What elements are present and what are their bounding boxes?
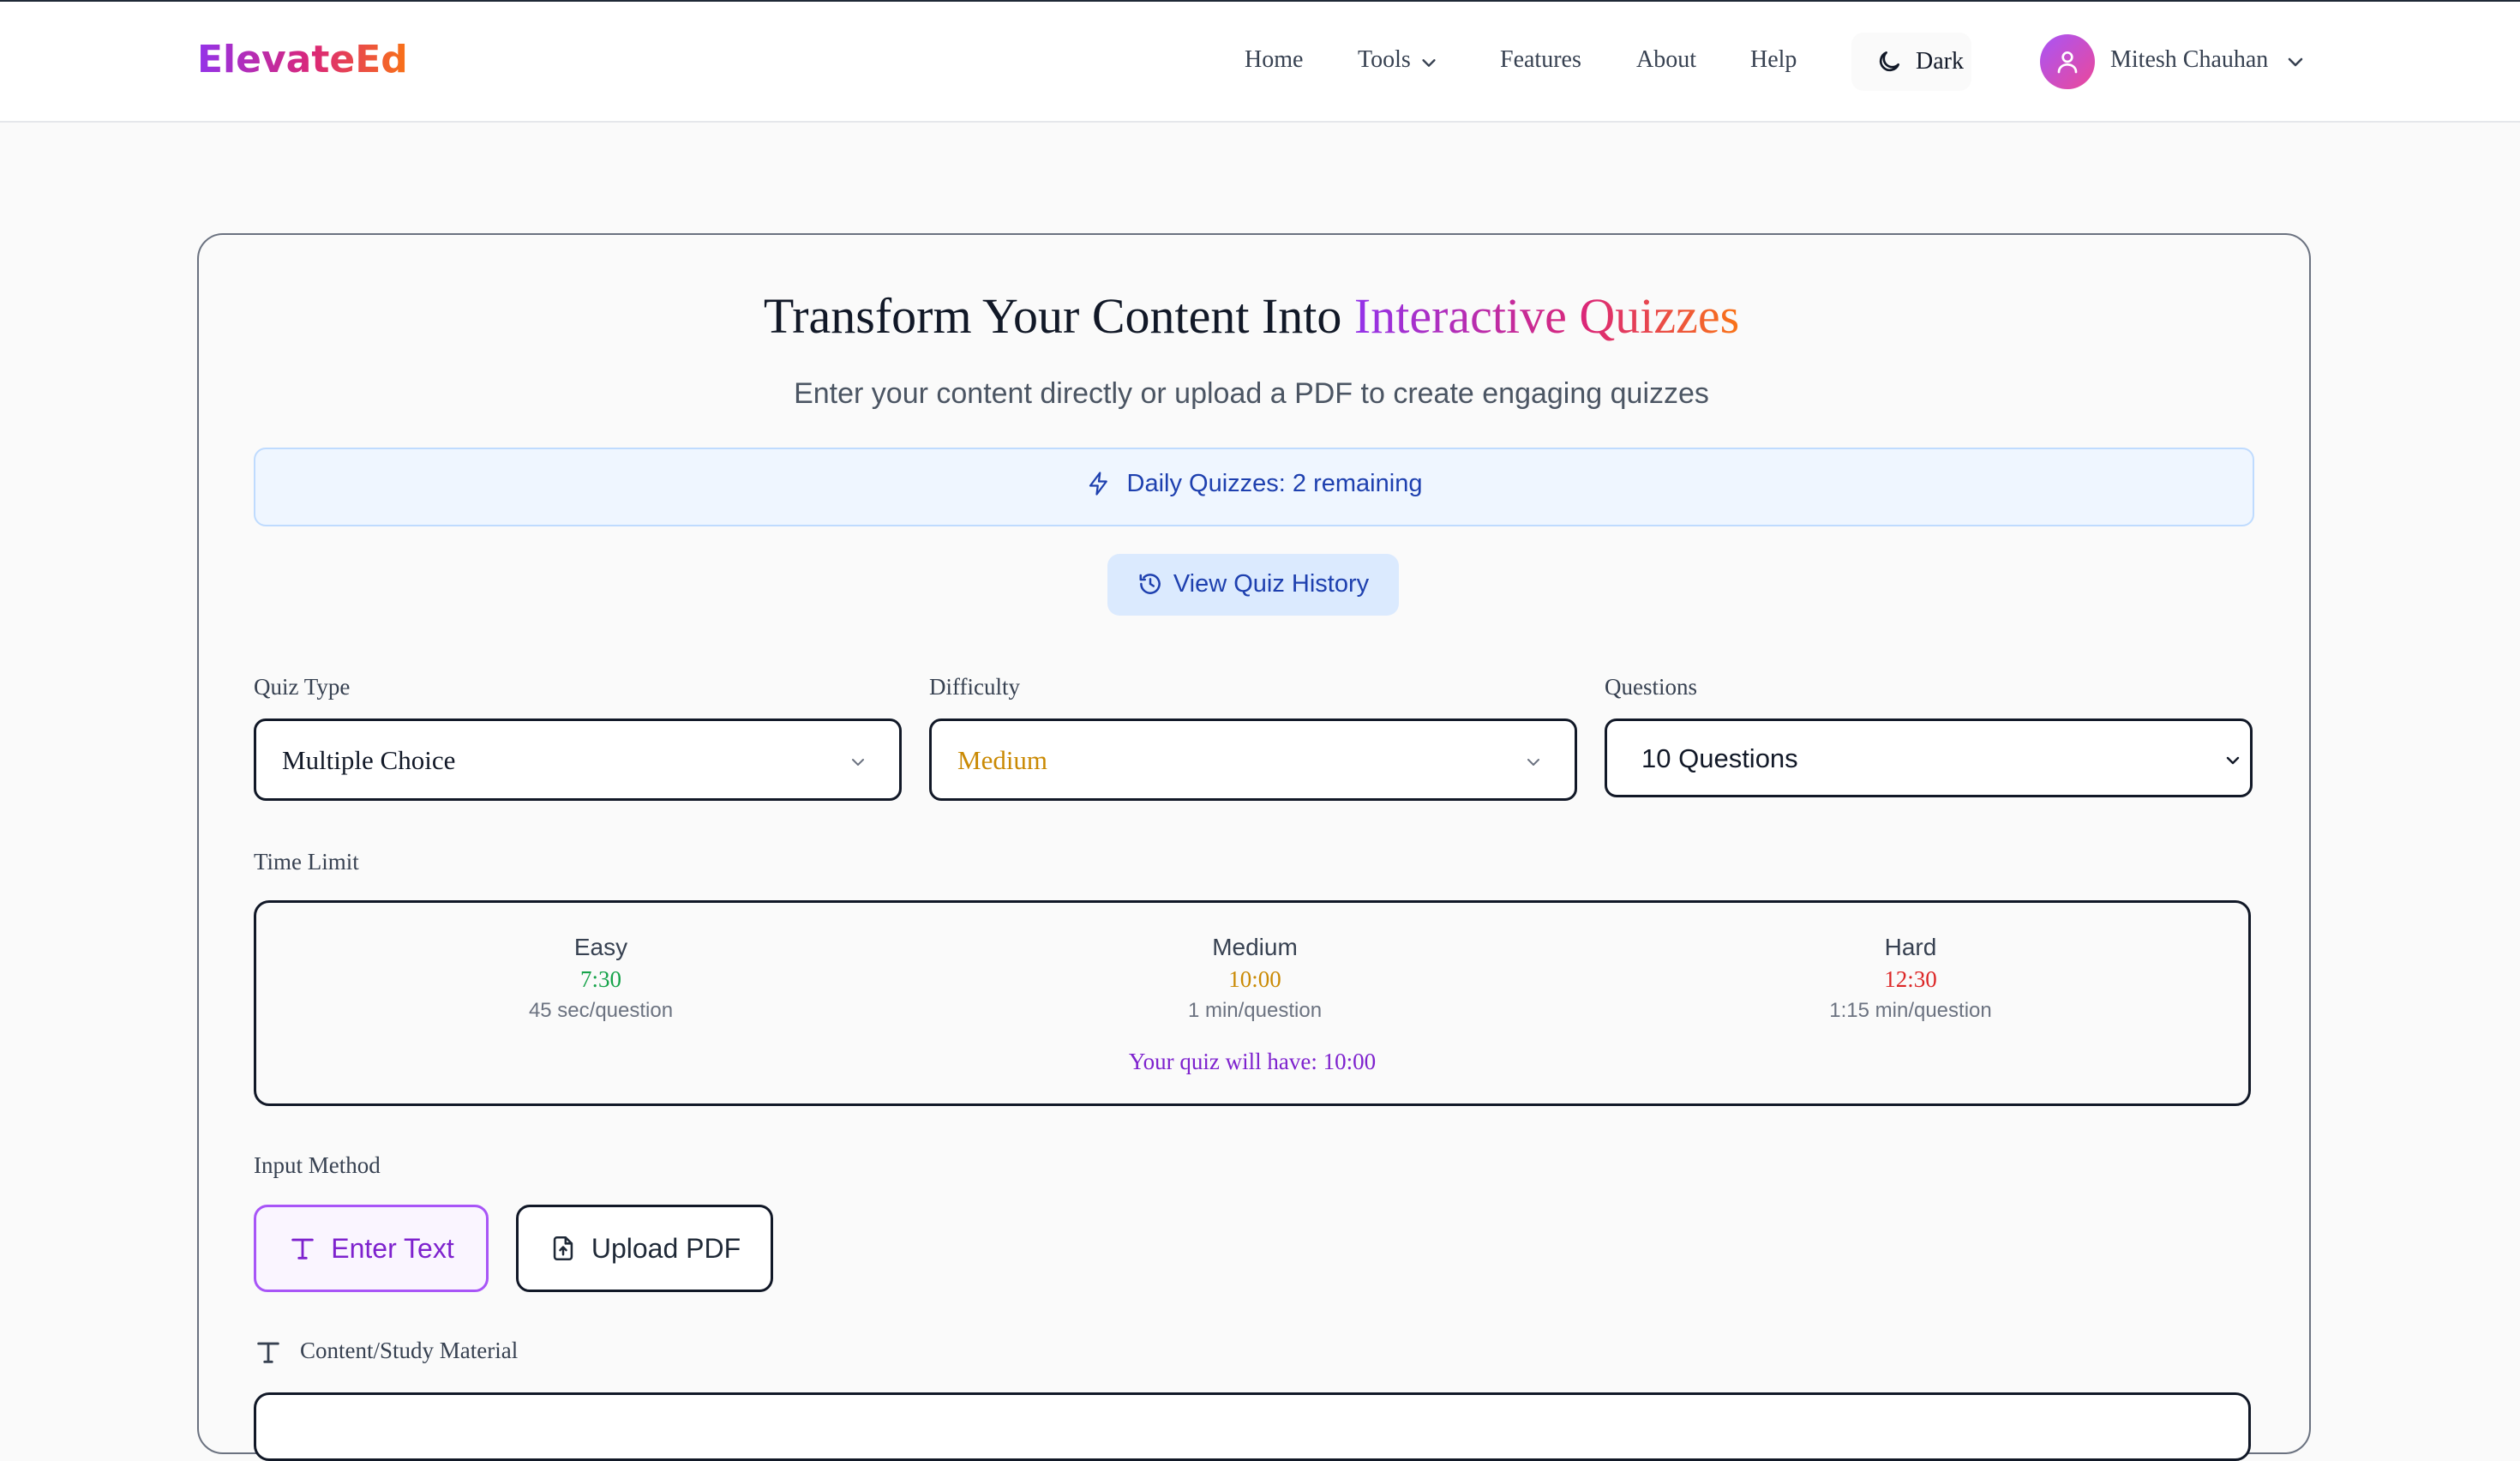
chevron-down-icon <box>852 759 864 766</box>
time-limit-label: Time Limit <box>254 849 359 875</box>
daily-quota-banner: Daily Quizzes: 2 remaining <box>254 448 2254 526</box>
theme-toggle-button[interactable]: Dark <box>1851 33 1971 91</box>
time-level-name: Medium <box>1212 934 1298 960</box>
upload-pdf-label: Upload PDF <box>591 1233 741 1264</box>
view-history-button[interactable]: View Quiz History <box>1107 554 1399 616</box>
time-level-rate: 1:15 min/question <box>1829 999 1992 1022</box>
view-history-label: View Quiz History <box>1173 570 1370 598</box>
theme-toggle-label: Dark <box>1916 48 1964 75</box>
quiz-type-label: Quiz Type <box>254 674 351 700</box>
questions-value: 10 Questions <box>1641 743 1798 773</box>
quiz-generator-card <box>197 233 2311 1454</box>
time-level-rate: 45 sec/question <box>528 999 674 1022</box>
chevron-down-icon <box>1527 759 1539 766</box>
chevron-down-icon[interactable] <box>1419 53 1438 72</box>
user-name[interactable]: Mitesh Chauhan <box>2110 46 2268 74</box>
lightning-icon <box>1089 472 1107 496</box>
title-highlight: Interactive Quizzes <box>1353 288 1740 344</box>
questions-select[interactable]: 10 Questions <box>1605 718 2253 797</box>
time-level-time: 7:30 <box>579 966 621 992</box>
difficulty-label: Difficulty <box>929 674 1020 700</box>
moon-icon <box>1879 51 1899 72</box>
user-icon <box>2057 51 2078 74</box>
difficulty-value: Medium <box>957 745 1048 775</box>
page-subtitle: Enter your content directly or upload a … <box>794 377 1709 410</box>
nav-about[interactable]: About <box>1636 46 1696 74</box>
upload-pdf-button[interactable]: Upload PDF <box>516 1205 773 1292</box>
time-level-time: 10:00 <box>1228 966 1281 992</box>
quiz-type-select[interactable]: Multiple Choice <box>254 718 902 801</box>
user-menu-chevron-icon[interactable] <box>2285 51 2306 72</box>
time-limit-panel: Easy 7:30 45 sec/question Medium 10:00 1… <box>254 900 2251 1106</box>
time-level-medium: Medium 10:00 1 min/question <box>1041 934 1469 1023</box>
difficulty-select[interactable]: Medium <box>929 718 1577 801</box>
time-level-easy: Easy 7:30 45 sec/question <box>387 934 815 1023</box>
title-plain: Transform Your Content Into <box>763 288 1354 344</box>
nav-home[interactable]: Home <box>1245 46 1303 74</box>
nav-help[interactable]: Help <box>1750 46 1797 74</box>
chevron-down-icon <box>2226 756 2240 765</box>
time-level-time: 12:30 <box>1884 966 1937 992</box>
user-avatar[interactable] <box>2040 34 2095 89</box>
history-icon <box>1139 574 1161 594</box>
time-summary: Your quiz will have: 10:00 <box>1128 1049 1377 1074</box>
time-level-rate: 1 min/question <box>1187 999 1323 1022</box>
content-textarea[interactable] <box>254 1392 2251 1461</box>
time-level-name: Hard <box>1884 934 1937 960</box>
time-level-name: Easy <box>573 934 628 960</box>
daily-quota-text: Daily Quizzes: 2 remaining <box>1126 470 1423 497</box>
page-title: Transform Your Content Into Interactive … <box>0 287 2503 345</box>
top-nav-bar: ElevateEd Home Tools Features About Help… <box>0 2 2520 123</box>
content-label: Content/Study Material <box>300 1338 519 1363</box>
enter-text-button[interactable]: Enter Text <box>254 1205 489 1292</box>
quiz-type-value: Multiple Choice <box>282 745 456 775</box>
brand-logo[interactable]: ElevateEd <box>197 38 408 81</box>
input-method-label: Input Method <box>254 1152 381 1178</box>
time-level-hard: Hard 12:30 1:15 min/question <box>1696 934 2125 1023</box>
nav-tools[interactable]: Tools <box>1358 46 1411 74</box>
questions-label: Questions <box>1605 674 1697 700</box>
enter-text-label: Enter Text <box>331 1233 454 1264</box>
nav-features[interactable]: Features <box>1500 46 1581 74</box>
text-icon <box>291 1238 314 1260</box>
text-icon <box>257 1342 279 1363</box>
file-upload-icon <box>553 1236 573 1261</box>
